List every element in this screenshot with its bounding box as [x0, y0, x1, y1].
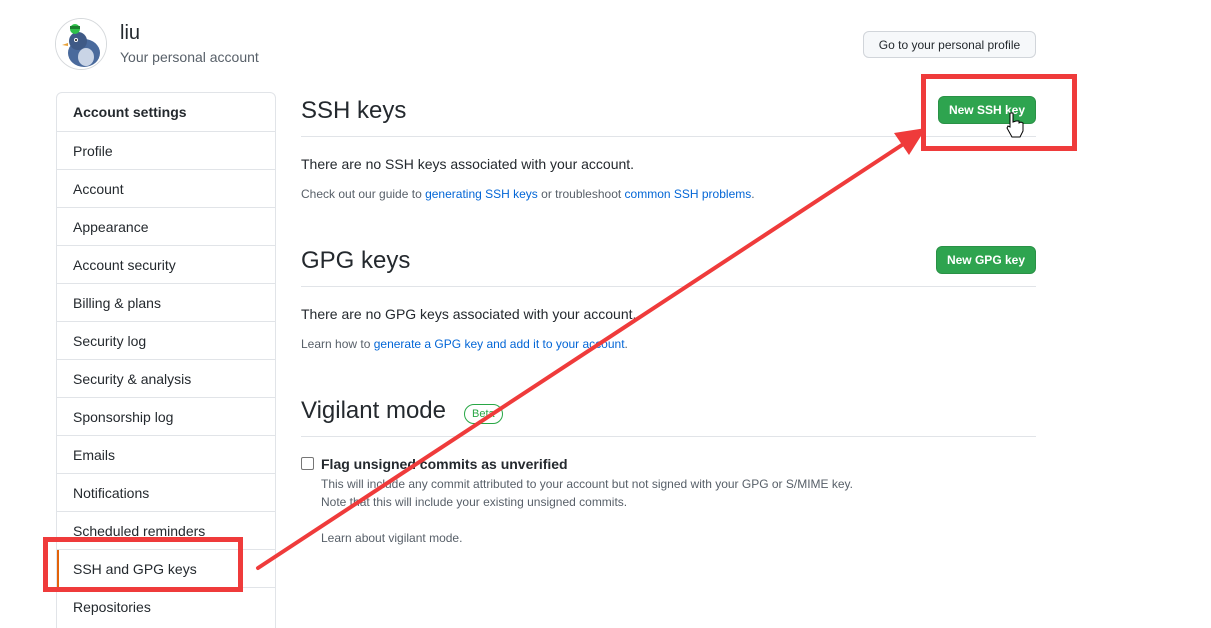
- hand-cursor-icon: [1006, 112, 1024, 138]
- annotation-arrow: [256, 112, 1024, 570]
- settings-page: liu Your personal account Go to your per…: [0, 0, 1211, 628]
